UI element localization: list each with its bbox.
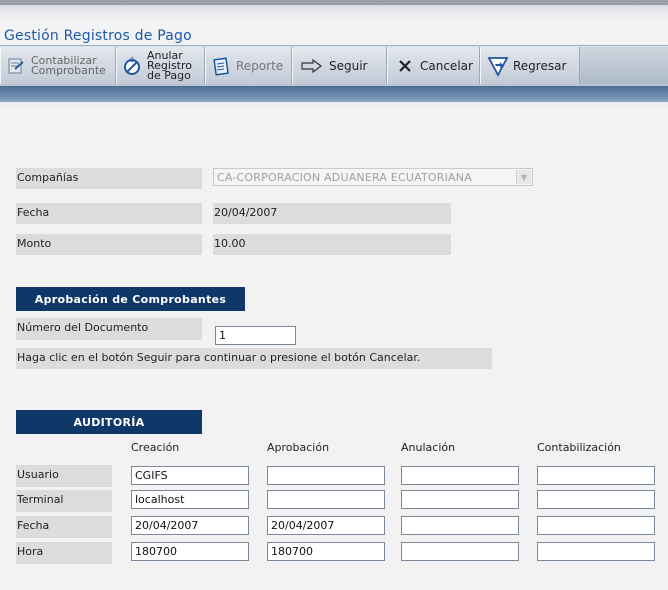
header-band bbox=[0, 86, 668, 110]
reporte-icon bbox=[210, 55, 232, 77]
hora-anulacion-field[interactable] bbox=[401, 542, 519, 561]
terminal-aprobacion-field[interactable] bbox=[267, 490, 385, 509]
aprobacion-section-header: Aprobación de Comprobantes bbox=[16, 287, 245, 311]
regresar-button[interactable]: Regresar bbox=[480, 47, 580, 84]
usuario-creacion-field[interactable]: CGIFS bbox=[131, 466, 249, 485]
window-top-band bbox=[0, 0, 668, 28]
hora-contabilizacion-field[interactable] bbox=[537, 542, 655, 561]
usuario-aprobacion-field[interactable] bbox=[267, 466, 385, 485]
toolbar: Contabilizar Comprobante $ Anular Regist… bbox=[0, 45, 668, 87]
svg-text:$: $ bbox=[130, 56, 134, 64]
terminal-creacion-field[interactable]: localhost bbox=[131, 490, 249, 509]
fecha-label: Fecha bbox=[16, 203, 202, 224]
monto-label: Monto bbox=[16, 234, 202, 255]
usuario-anulacion-field[interactable] bbox=[401, 466, 519, 485]
usuario-contabilizacion-field[interactable] bbox=[537, 466, 655, 485]
regresar-label: Regresar bbox=[513, 58, 567, 73]
fecha-value: 20/04/2007 bbox=[213, 203, 451, 224]
col-header-aprobacion: Aprobación bbox=[267, 441, 330, 454]
hora-aprobacion-field[interactable]: 180700 bbox=[267, 542, 385, 561]
fecha-anulacion-field[interactable] bbox=[401, 516, 519, 535]
row-label-fecha: Fecha bbox=[16, 516, 112, 538]
x-icon bbox=[394, 55, 416, 77]
toolbar-spacer bbox=[580, 47, 668, 84]
anular-label-line3: de Pago bbox=[147, 68, 191, 82]
contabilizar-icon bbox=[5, 55, 27, 77]
fecha-contabilizacion-field[interactable] bbox=[537, 516, 655, 535]
numero-documento-input[interactable]: 1 bbox=[215, 326, 296, 345]
page-title: Gestión Registros de Pago bbox=[4, 28, 192, 44]
contabilizar-label-line2: Comprobante bbox=[31, 63, 106, 77]
numero-documento-label: Número del Documento bbox=[16, 318, 202, 340]
regresar-icon bbox=[487, 55, 509, 77]
cancelar-button[interactable]: Cancelar bbox=[387, 47, 480, 84]
contabilizar-button[interactable]: Contabilizar Comprobante bbox=[0, 47, 116, 84]
fecha-creacion-field[interactable]: 20/04/2007 bbox=[131, 516, 249, 535]
reporte-label: Reporte bbox=[236, 58, 284, 73]
instructions-text: Haga clic en el botón Seguir para contin… bbox=[16, 348, 492, 369]
terminal-anulacion-field[interactable] bbox=[401, 490, 519, 509]
seguir-button[interactable]: Seguir bbox=[292, 47, 387, 84]
companias-select[interactable]: CA-CORPORACION ADUANERA ECUATORIANA ▼ bbox=[213, 168, 533, 186]
anular-button[interactable]: $ Anular Registro de Pago bbox=[116, 47, 205, 84]
companias-select-value: CA-CORPORACION ADUANERA ECUATORIANA bbox=[217, 171, 472, 184]
col-header-contabilizacion: Contabilización bbox=[537, 441, 621, 454]
col-header-creacion: Creación bbox=[131, 441, 180, 454]
auditoria-section-header: AUDITORÍA bbox=[16, 410, 202, 434]
monto-value: 10.00 bbox=[213, 234, 451, 255]
hora-creacion-field[interactable]: 180700 bbox=[131, 542, 249, 561]
reporte-button[interactable]: Reporte bbox=[205, 47, 292, 84]
anular-icon: $ bbox=[121, 55, 143, 77]
col-header-anulacion: Anulación bbox=[401, 441, 456, 454]
row-label-terminal: Terminal bbox=[16, 490, 112, 512]
companias-label: Compañías bbox=[16, 168, 202, 189]
chevron-down-icon[interactable]: ▼ bbox=[516, 170, 531, 184]
cancelar-label: Cancelar bbox=[420, 58, 473, 73]
arrow-right-icon bbox=[301, 55, 323, 77]
terminal-contabilizacion-field[interactable] bbox=[537, 490, 655, 509]
fecha-aprobacion-field[interactable]: 20/04/2007 bbox=[267, 516, 385, 535]
row-label-usuario: Usuario bbox=[16, 465, 112, 487]
row-label-hora: Hora bbox=[16, 542, 112, 564]
seguir-label: Seguir bbox=[329, 58, 368, 73]
